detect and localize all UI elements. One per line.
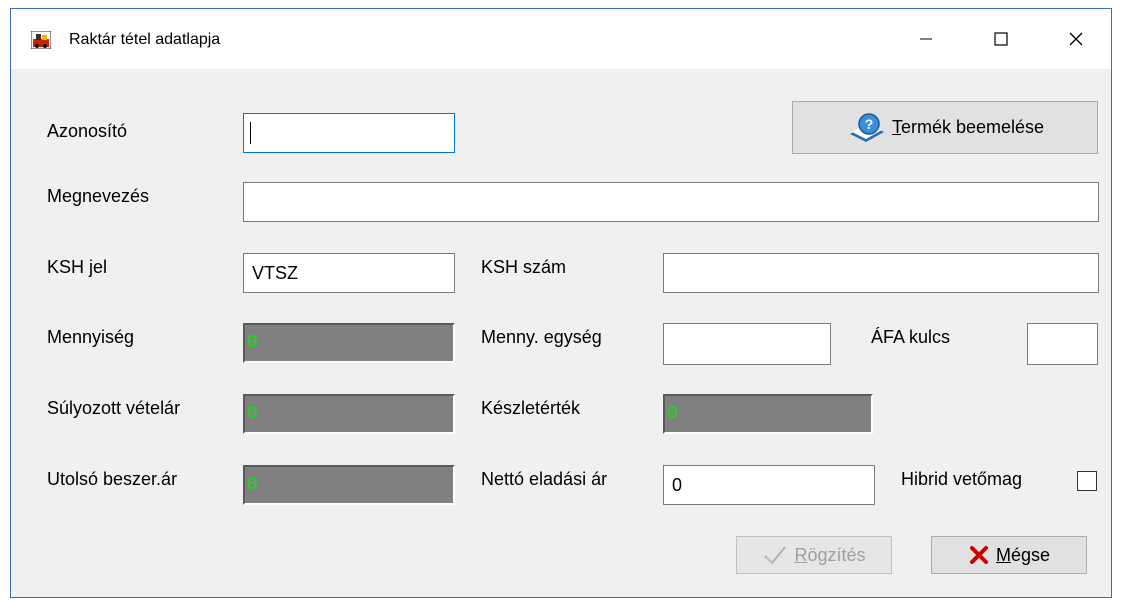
hibrid-vetomag-label: Hibrid vetőmag — [901, 469, 1023, 489]
ksh-jel-input[interactable] — [243, 253, 455, 293]
netto-eladasi-ar-input[interactable] — [663, 465, 875, 505]
megse-button[interactable]: Mégse — [931, 536, 1087, 574]
menny-egyseg-label: Menny. egység — [481, 327, 602, 347]
title-bar[interactable]: Raktár tétel adatlapja — [11, 9, 1111, 69]
rogzites-button[interactable]: Rögzítés — [736, 536, 892, 574]
afa-kulcs-label: ÁFA kulcs — [871, 327, 951, 347]
sulyozott-vetelar-label: Súlyozott vételár — [47, 398, 181, 418]
rogzites-label: Rögzítés — [794, 544, 866, 565]
utolso-beszer-ar-label: Utolsó beszer.ár — [47, 469, 178, 489]
help-book-icon: ? — [849, 112, 884, 142]
megse-label: Mégse — [995, 544, 1051, 565]
keszletertek-display: 0 — [663, 394, 873, 434]
mennyiseg-label: Mennyiség — [47, 327, 135, 347]
ksh-szam-label: KSH szám — [481, 257, 567, 277]
text-cursor — [250, 122, 251, 144]
termek-beemelese-label: Termék beemelése — [891, 117, 1045, 137]
ksh-szam-input[interactable] — [663, 253, 1099, 293]
close-icon — [1069, 32, 1083, 46]
utolso-beszer-ar-display: 0 — [243, 465, 455, 505]
maximize-icon — [994, 32, 1008, 46]
ksh-jel-label: KSH jel — [47, 257, 108, 277]
azonosito-label: Azonosító — [47, 121, 128, 141]
minimize-button[interactable] — [896, 19, 956, 59]
megnevezes-label: Megnevezés — [47, 186, 150, 206]
app-icon — [31, 31, 51, 49]
red-x-icon — [969, 546, 988, 564]
afa-kulcs-input[interactable] — [1027, 323, 1098, 365]
window-title: Raktár tétel adatlapja — [69, 31, 221, 48]
dialog-window: Raktár tétel adatlapja Azonosító ? Termé… — [10, 8, 1112, 598]
maximize-button[interactable] — [971, 19, 1031, 59]
megnevezes-input[interactable] — [243, 182, 1099, 222]
azonosito-input[interactable] — [243, 113, 455, 153]
netto-eladasi-ar-label: Nettó eladási ár — [481, 469, 608, 489]
hibrid-vetomag-checkbox[interactable] — [1077, 471, 1097, 491]
termek-beemelese-button[interactable]: ? Termék beemelése — [792, 101, 1098, 154]
minimize-icon — [920, 38, 932, 40]
keszletertek-label: Készletérték — [481, 398, 581, 418]
sulyozott-vetelar-display: 0 — [243, 394, 455, 434]
checkmark-icon — [764, 546, 787, 565]
close-button[interactable] — [1046, 19, 1106, 59]
menny-egyseg-input[interactable] — [663, 323, 831, 365]
mennyiseg-display: 0 — [243, 323, 455, 363]
svg-text:?: ? — [865, 116, 874, 132]
